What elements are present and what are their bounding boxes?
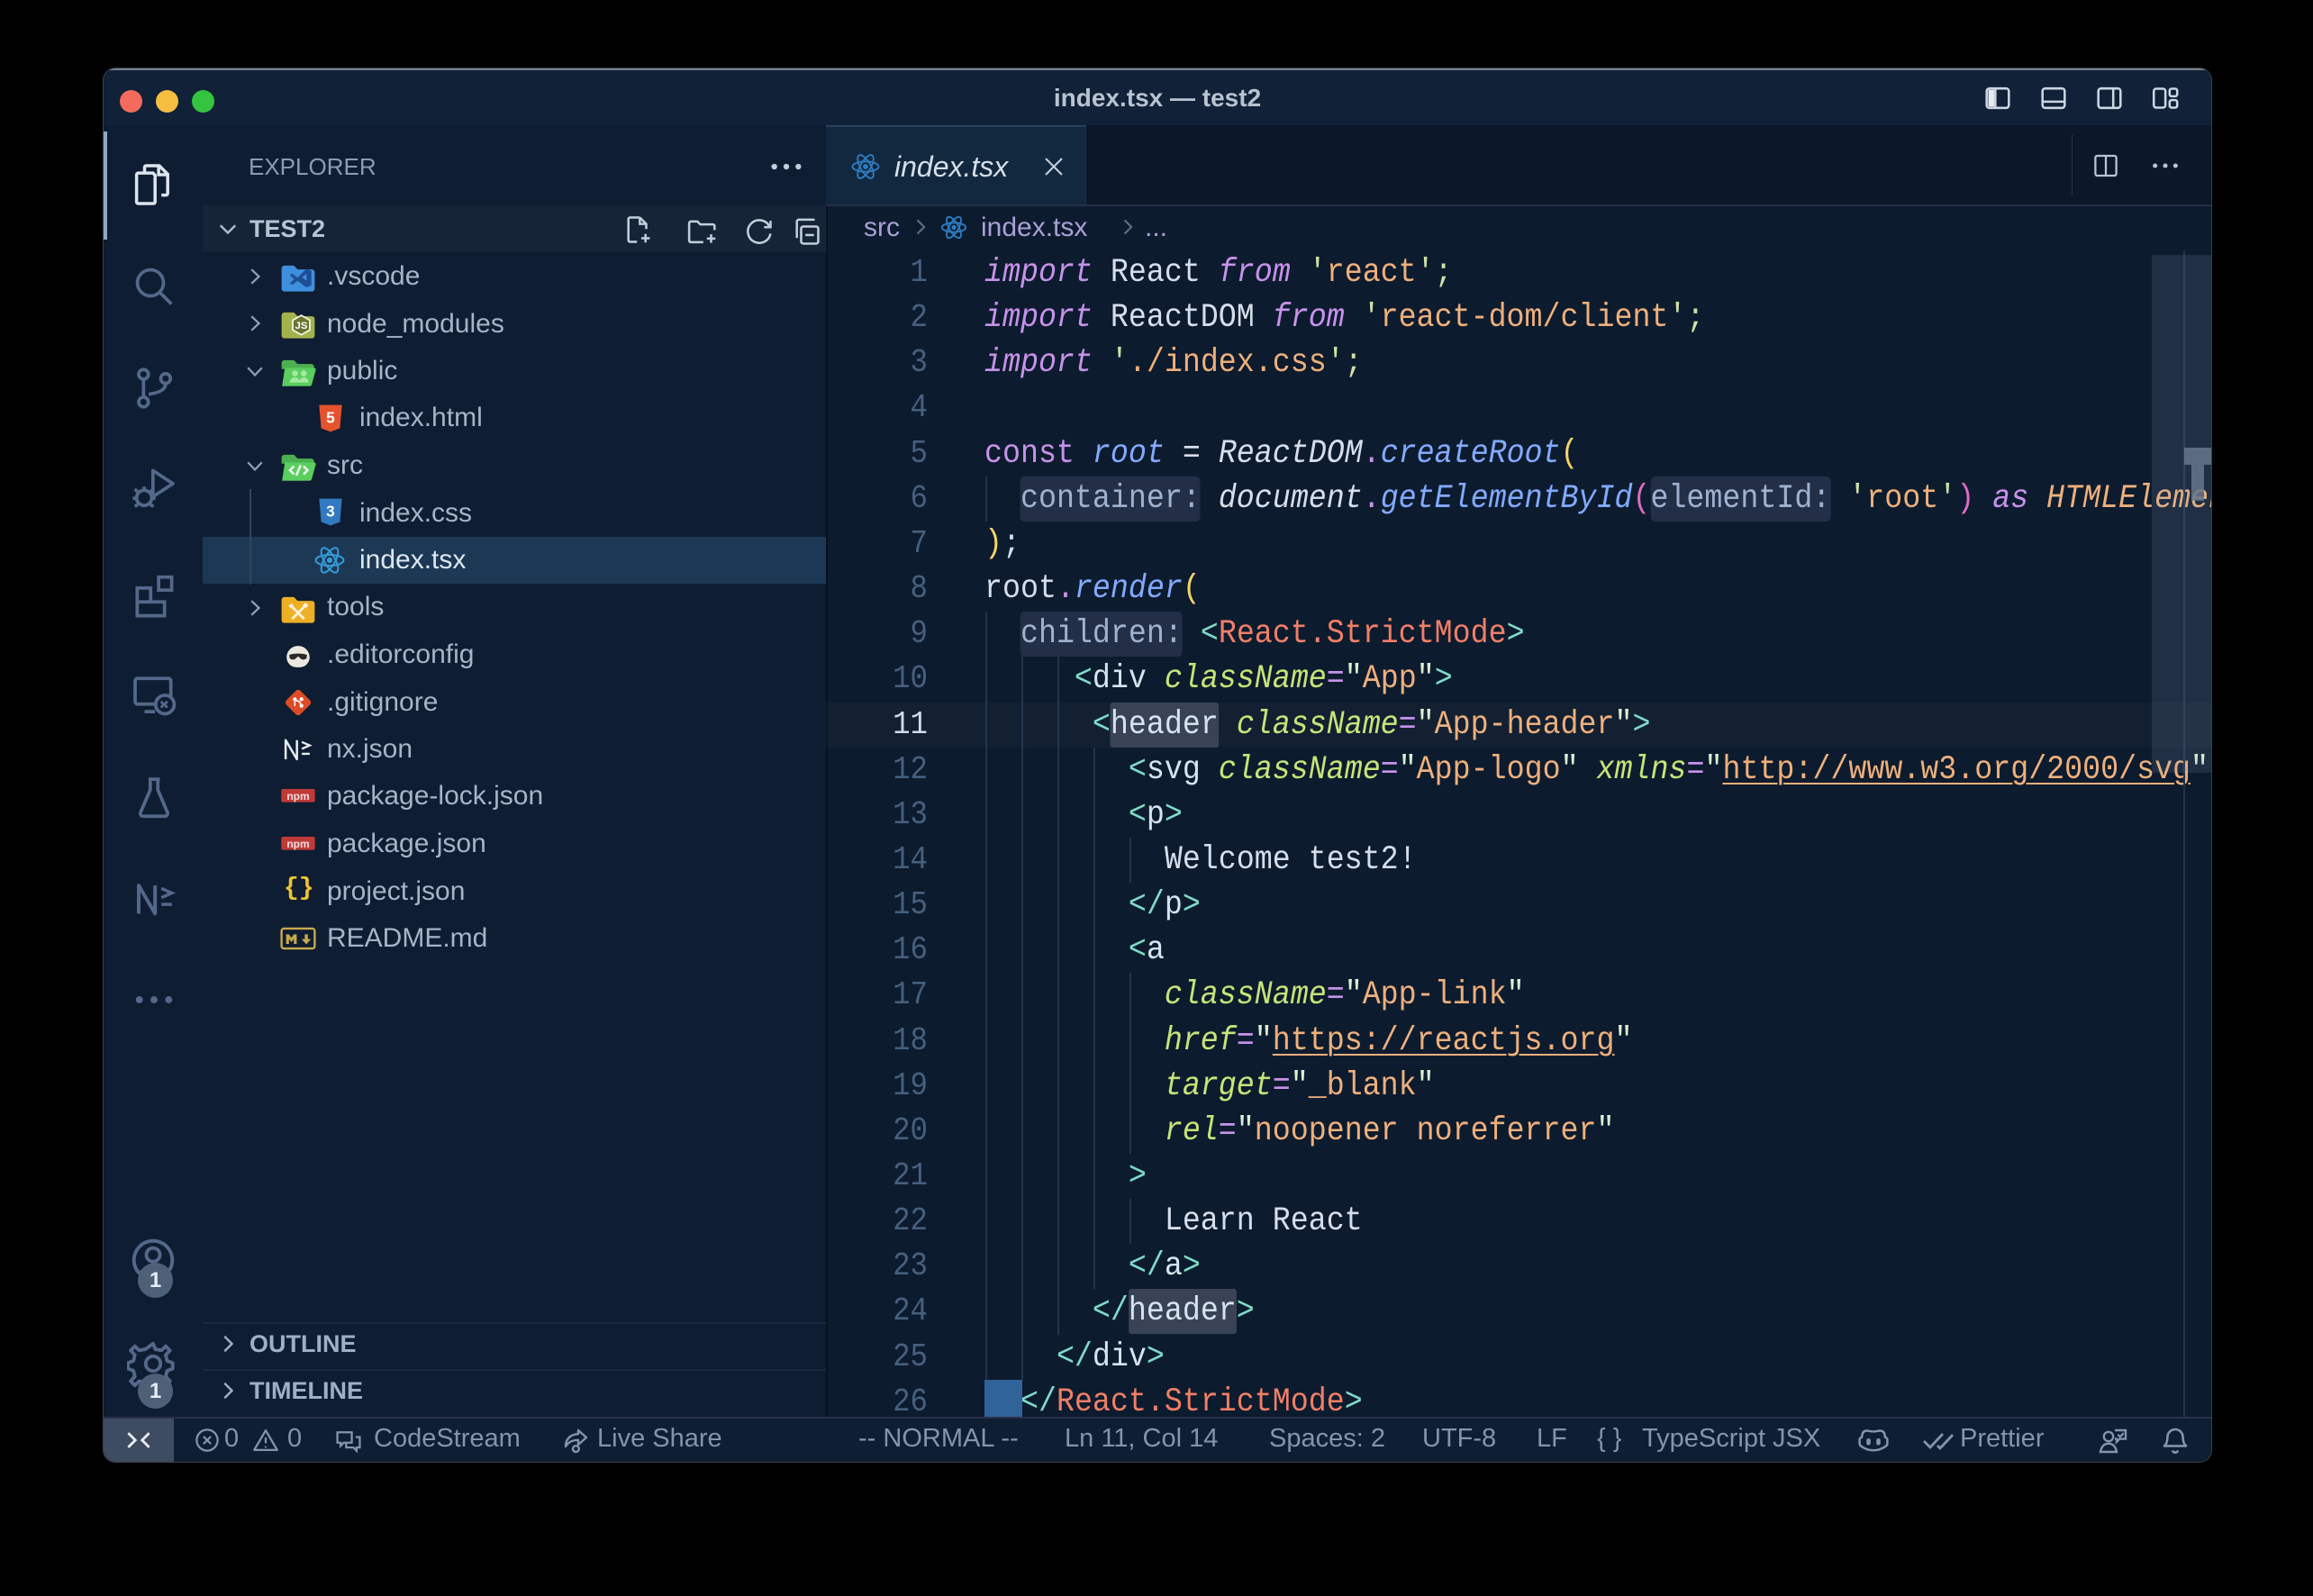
svg-text:JS: JS (295, 321, 308, 331)
svg-text:5: 5 (326, 409, 335, 427)
svg-text:npm: npm (286, 838, 309, 850)
svg-text:3: 3 (326, 503, 335, 521)
svg-text:npm: npm (286, 790, 309, 803)
